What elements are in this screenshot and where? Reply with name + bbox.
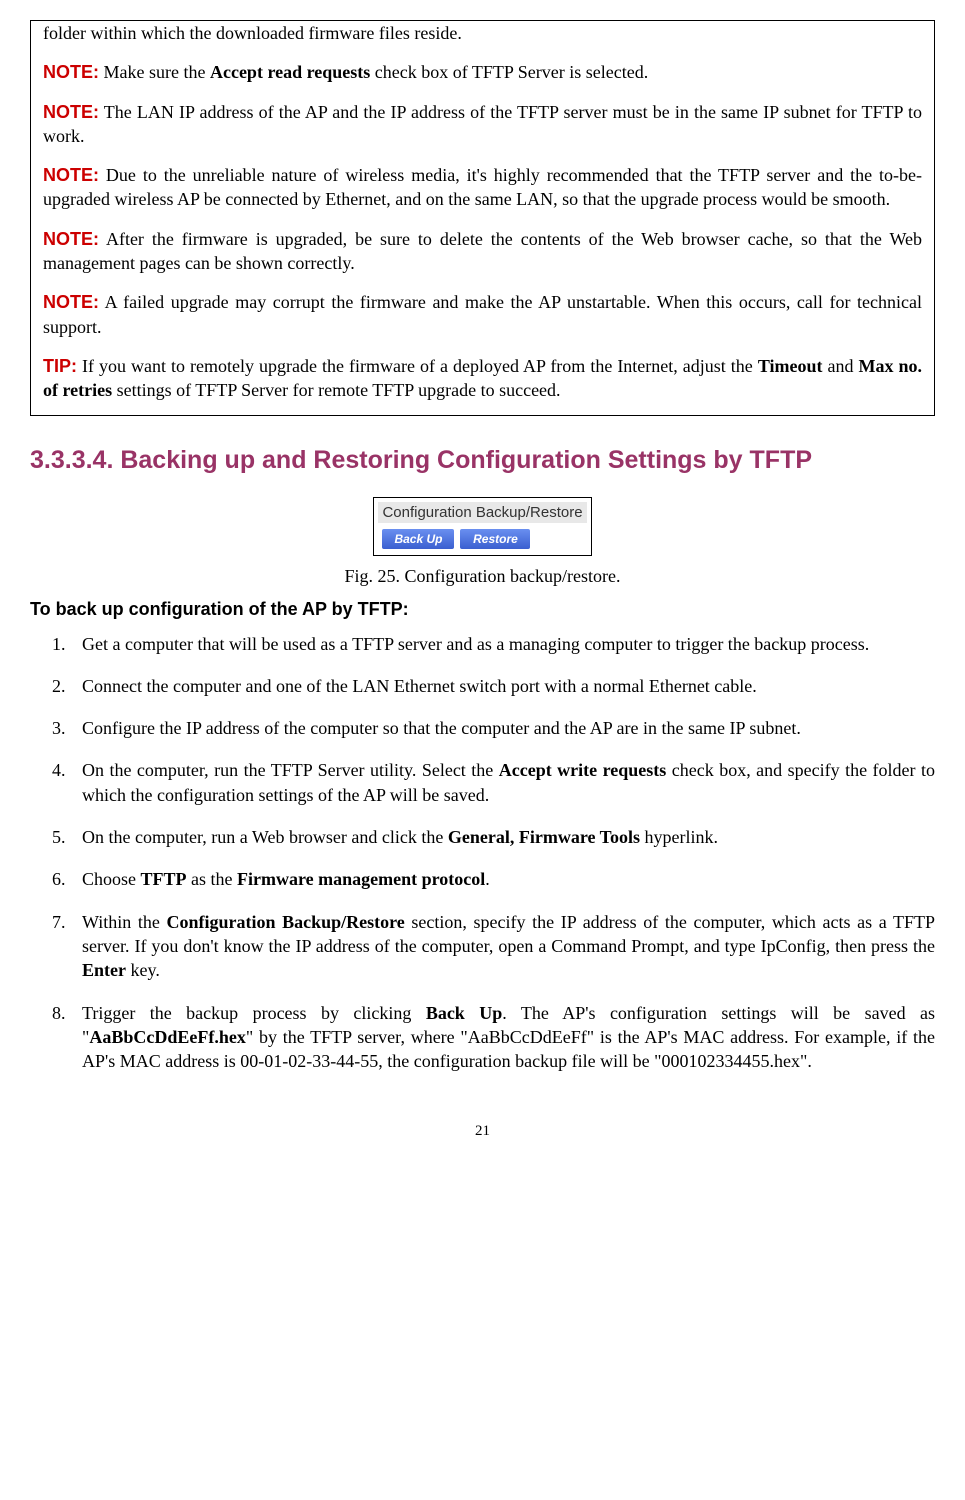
bold-term: Timeout bbox=[758, 356, 823, 376]
page-number: 21 bbox=[30, 1123, 935, 1140]
note-text: Due to the unreliable nature of wireless… bbox=[43, 165, 922, 209]
note-label: NOTE: bbox=[43, 62, 99, 82]
figure-caption: Fig. 25. Configuration backup/restore. bbox=[30, 566, 935, 587]
note-text: check box of TFTP Server is selected. bbox=[370, 62, 648, 82]
note-text: A failed upgrade may corrupt the firmwar… bbox=[43, 292, 922, 336]
notes-box: folder within which the downloaded firmw… bbox=[30, 20, 935, 416]
bold-term: Enter bbox=[82, 960, 126, 980]
bold-term: Firmware management protocol bbox=[237, 869, 485, 889]
continuation-text: folder within which the downloaded firmw… bbox=[43, 21, 922, 45]
figure-buttons-row: Back Up Restore bbox=[378, 527, 586, 551]
note-label: NOTE: bbox=[43, 292, 99, 312]
step-text: Trigger the backup process by clicking bbox=[82, 1003, 426, 1023]
note-paragraph: NOTE: After the firmware is upgraded, be… bbox=[43, 227, 922, 276]
note-paragraph: NOTE: A failed upgrade may corrupt the f… bbox=[43, 290, 922, 339]
figure-box: Configuration Backup/Restore Back Up Res… bbox=[373, 497, 591, 556]
bold-term: AaBbCcDdEeFf.hex bbox=[89, 1027, 246, 1047]
bold-term: Configuration Backup/Restore bbox=[167, 912, 405, 932]
tip-paragraph: TIP: If you want to remotely upgrade the… bbox=[43, 354, 922, 403]
tip-label: TIP: bbox=[43, 356, 77, 376]
note-label: NOTE: bbox=[43, 102, 99, 122]
step-text: . bbox=[485, 869, 490, 889]
note-paragraph: NOTE: Due to the unreliable nature of wi… bbox=[43, 163, 922, 212]
note-label: NOTE: bbox=[43, 229, 99, 249]
step-text: as the bbox=[187, 869, 237, 889]
note-text: Make sure the bbox=[99, 62, 210, 82]
bold-term: Accept read requests bbox=[210, 62, 370, 82]
figure-title: Configuration Backup/Restore bbox=[378, 502, 586, 523]
bold-term: Back Up bbox=[426, 1003, 502, 1023]
section-heading: 3.3.3.4. Backing up and Restoring Config… bbox=[30, 446, 935, 475]
step-item: On the computer, run a Web browser and c… bbox=[70, 825, 935, 849]
step-text: On the computer, run a Web browser and c… bbox=[82, 827, 448, 847]
step-text: hyperlink. bbox=[640, 827, 718, 847]
note-label: NOTE: bbox=[43, 165, 99, 185]
restore-button[interactable]: Restore bbox=[460, 529, 530, 549]
tip-text: If you want to remotely upgrade the firm… bbox=[77, 356, 758, 376]
step-text: Within the bbox=[82, 912, 167, 932]
steps-list: Get a computer that will be used as a TF… bbox=[30, 632, 935, 1074]
step-text: Choose bbox=[82, 869, 141, 889]
step-item: Trigger the backup process by clicking B… bbox=[70, 1001, 935, 1074]
note-paragraph: NOTE: The LAN IP address of the AP and t… bbox=[43, 100, 922, 149]
tip-text: and bbox=[822, 356, 858, 376]
bold-term: General, Firmware Tools bbox=[448, 827, 640, 847]
step-item: Choose TFTP as the Firmware management p… bbox=[70, 867, 935, 891]
note-text: After the firmware is upgraded, be sure … bbox=[43, 229, 922, 273]
step-item: Configure the IP address of the computer… bbox=[70, 716, 935, 740]
bold-term: TFTP bbox=[141, 869, 187, 889]
step-item: Within the Configuration Backup/Restore … bbox=[70, 910, 935, 983]
step-text: On the computer, run the TFTP Server uti… bbox=[82, 760, 499, 780]
step-item: On the computer, run the TFTP Server uti… bbox=[70, 758, 935, 807]
note-paragraph: NOTE: Make sure the Accept read requests… bbox=[43, 60, 922, 84]
step-item: Connect the computer and one of the LAN … bbox=[70, 674, 935, 698]
bold-term: Accept write requests bbox=[499, 760, 667, 780]
note-text: The LAN IP address of the AP and the IP … bbox=[43, 102, 922, 146]
figure-container: Configuration Backup/Restore Back Up Res… bbox=[30, 497, 935, 556]
backup-button[interactable]: Back Up bbox=[382, 529, 454, 549]
tip-text: settings of TFTP Server for remote TFTP … bbox=[112, 380, 560, 400]
step-text: key. bbox=[126, 960, 160, 980]
step-item: Get a computer that will be used as a TF… bbox=[70, 632, 935, 656]
procedure-heading: To back up configuration of the AP by TF… bbox=[30, 599, 935, 620]
